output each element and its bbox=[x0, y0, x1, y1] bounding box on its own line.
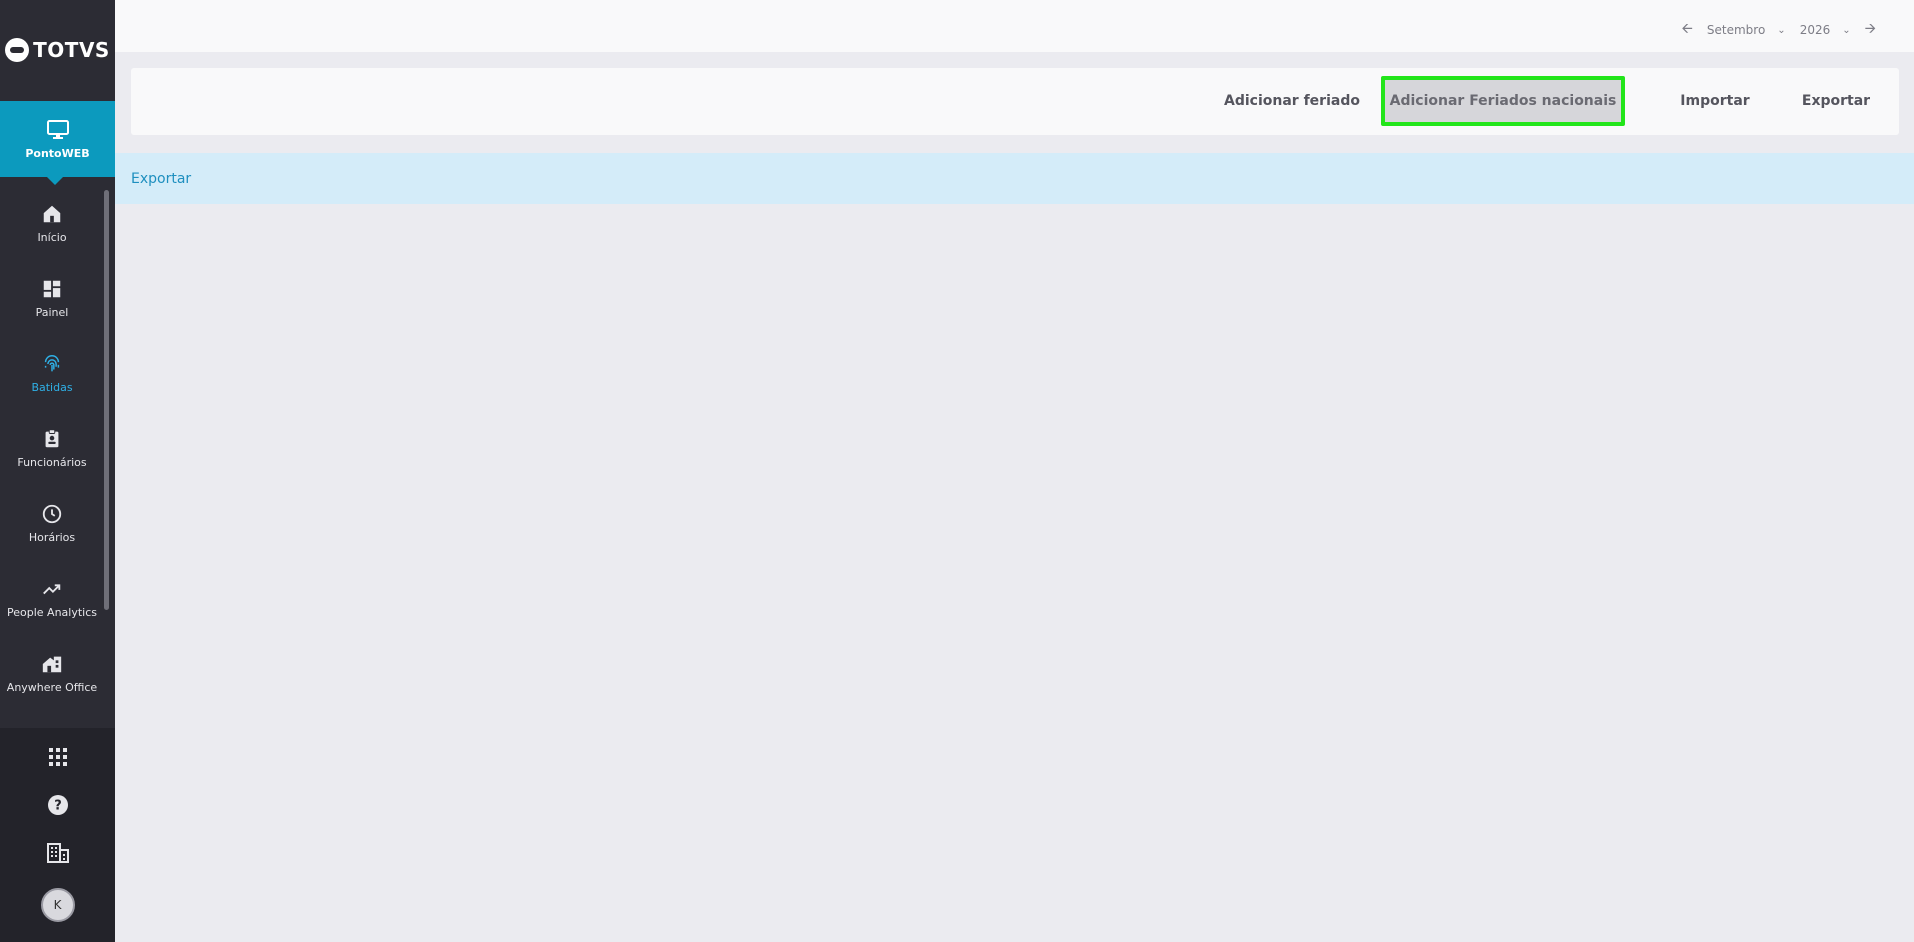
svg-text:?: ? bbox=[54, 799, 62, 814]
totvs-logo-icon bbox=[5, 38, 30, 62]
sidebar-item-painel[interactable]: Painel bbox=[0, 261, 104, 336]
active-pointer bbox=[47, 177, 63, 185]
sidebar-scrollbar-thumb[interactable] bbox=[104, 190, 109, 610]
sidebar-item-label: People Analytics bbox=[7, 606, 97, 619]
home-office-icon bbox=[42, 656, 62, 673]
previous-month-arrow-icon[interactable]: 🡨 bbox=[1682, 18, 1693, 42]
building-icon[interactable] bbox=[45, 840, 71, 866]
sidebar-item-anywhere-office[interactable]: Anywhere Office bbox=[0, 636, 104, 711]
sidebar-item-label: Horários bbox=[28, 531, 76, 544]
dashboard-icon bbox=[43, 280, 61, 298]
product-switcher-pontoweb[interactable]: PontoWEB bbox=[0, 101, 115, 185]
sidebar-nav: Início Painel Batidas Funcionários Horár… bbox=[0, 186, 104, 711]
add-national-holidays-button[interactable]: Adicionar Feriados nacionais bbox=[1381, 76, 1625, 126]
help-icon[interactable]: ? bbox=[45, 792, 71, 818]
year-value: 2026 bbox=[1799, 23, 1831, 37]
month-select[interactable]: Setembro ⌄ bbox=[1707, 23, 1786, 37]
sidebar-item-label: Funcionários bbox=[17, 456, 87, 469]
trending-up-icon bbox=[43, 584, 61, 595]
sidebar-item-people-analytics[interactable]: People Analytics bbox=[0, 561, 104, 636]
next-month-arrow-icon[interactable]: 🡪 bbox=[1865, 18, 1876, 42]
chevron-down-icon: ⌄ bbox=[1842, 24, 1851, 36]
sidebar-item-label: Início bbox=[37, 231, 67, 244]
export-banner: Exportar bbox=[115, 153, 1914, 204]
export-link[interactable]: Exportar bbox=[131, 171, 191, 187]
sidebar-item-horarios[interactable]: Horários bbox=[0, 486, 104, 561]
sidebar-item-label: Painel bbox=[35, 306, 69, 319]
sidebar-item-label: Batidas bbox=[31, 381, 73, 394]
export-button[interactable]: Exportar bbox=[1781, 76, 1891, 126]
top-bar: 🡨 Setembro ⌄ 2026 ⌄ 🡪 bbox=[115, 0, 1914, 52]
action-toolbar: Adicionar feriado Adicionar Feriados nac… bbox=[131, 68, 1899, 135]
totvs-logo[interactable]: TOTVS bbox=[0, 0, 115, 100]
month-value: Setembro bbox=[1706, 23, 1766, 37]
sidebar-scrollbar[interactable] bbox=[104, 190, 110, 610]
sidebar-item-batidas[interactable]: Batidas bbox=[0, 336, 104, 411]
sidebar-item-funcionarios[interactable]: Funcionários bbox=[0, 411, 104, 486]
home-icon bbox=[43, 205, 61, 223]
user-avatar[interactable]: K bbox=[40, 888, 75, 922]
sidebar: TOTVS PontoWEB Início Painel Batidas Fun… bbox=[0, 0, 115, 942]
apps-grid-icon[interactable] bbox=[45, 744, 71, 770]
sidebar-item-label: Anywhere Office bbox=[6, 681, 98, 694]
clock-icon bbox=[42, 504, 62, 524]
monitor-icon bbox=[46, 119, 69, 139]
sidebar-bottom: ? K bbox=[0, 728, 115, 942]
chevron-down-icon: ⌄ bbox=[1777, 24, 1786, 36]
add-holiday-button[interactable]: Adicionar feriado bbox=[1217, 76, 1367, 126]
product-label: PontoWEB bbox=[25, 146, 90, 160]
logo-text: TOTVS bbox=[33, 38, 110, 62]
badge-icon bbox=[45, 429, 59, 448]
period-selector: 🡨 Setembro ⌄ 2026 ⌄ 🡪 bbox=[1682, 18, 1876, 42]
import-button[interactable]: Importar bbox=[1655, 76, 1775, 126]
fingerprint-icon bbox=[44, 355, 60, 372]
year-select[interactable]: 2026 ⌄ bbox=[1800, 23, 1851, 37]
sidebar-item-inicio[interactable]: Início bbox=[0, 186, 104, 261]
